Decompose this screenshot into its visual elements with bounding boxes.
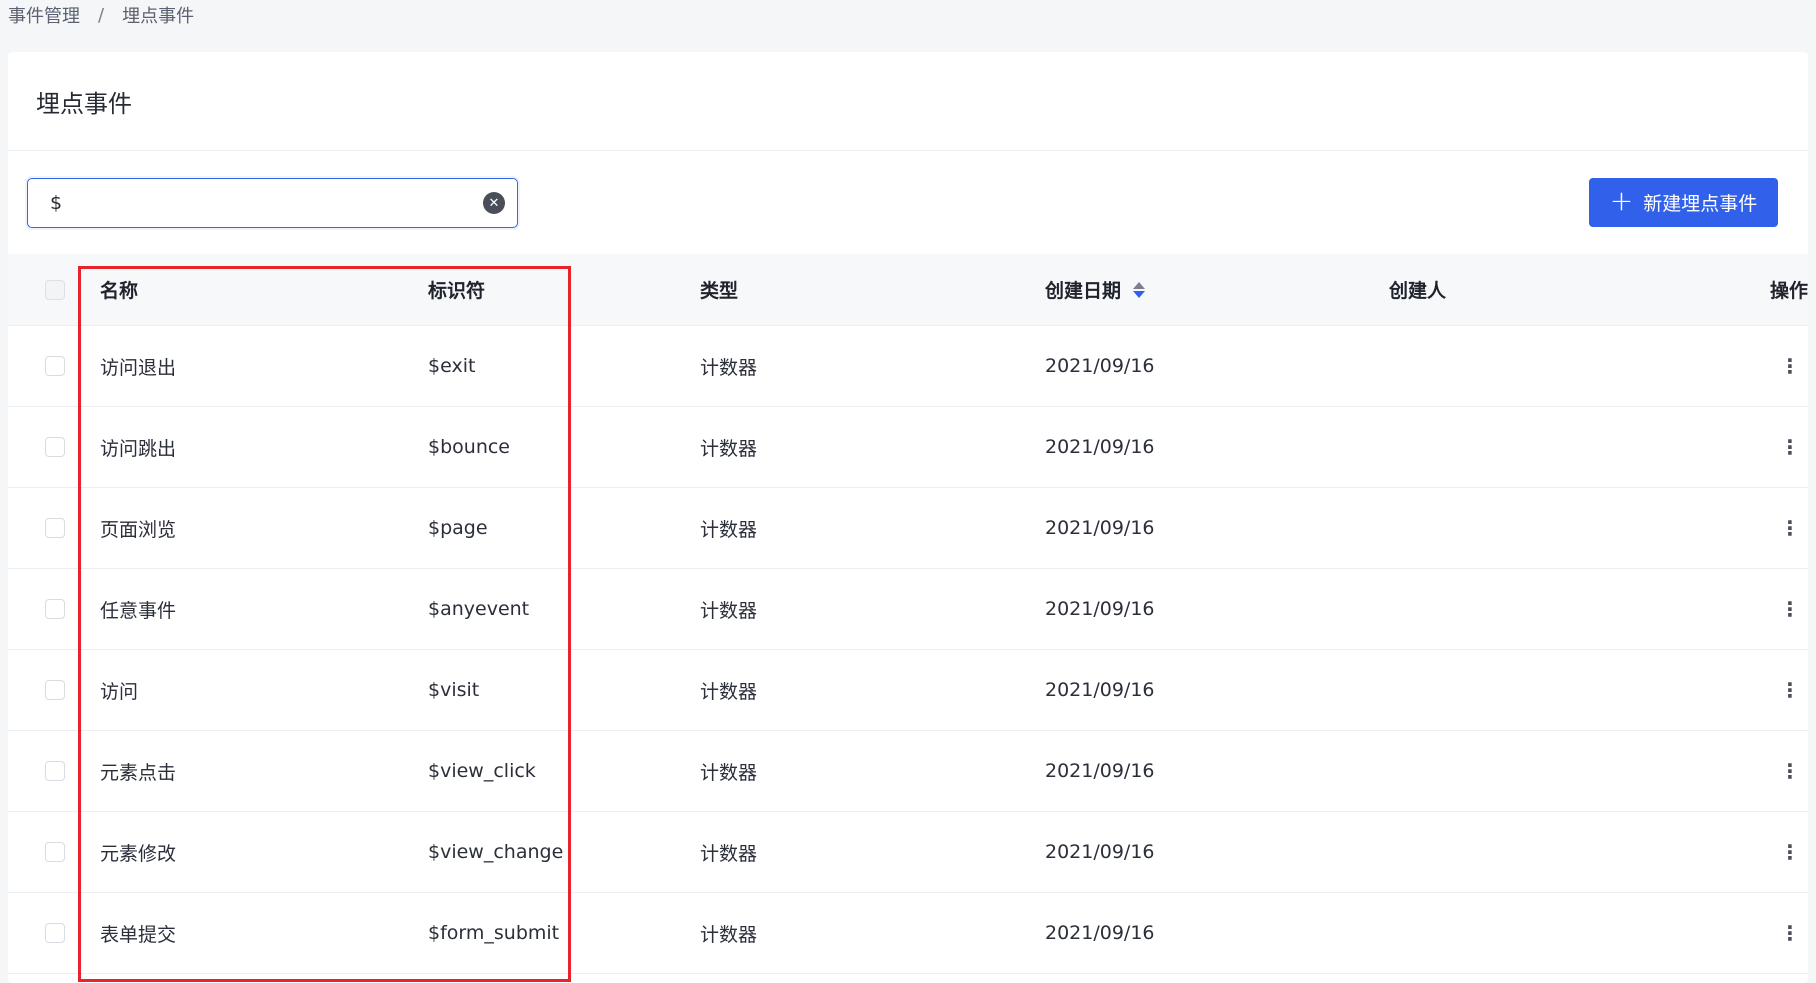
event-name: 访问 <box>100 680 139 703</box>
sort-icon[interactable] <box>1133 281 1146 298</box>
event-date: 2021/09/16 <box>1045 355 1155 377</box>
row-checkbox[interactable] <box>45 356 65 376</box>
event-name: 访问跳出 <box>100 437 177 460</box>
toolbar: ✕ + 新建埋点事件 <box>8 151 1808 254</box>
event-name: 元素修改 <box>100 842 177 865</box>
event-identifier: $page <box>428 517 488 539</box>
column-header-creator: 创建人 <box>1389 280 1447 302</box>
event-type: 计数器 <box>700 356 758 379</box>
event-name: 表单提交 <box>100 923 177 946</box>
column-header-name: 名称 <box>100 280 139 302</box>
row-checkbox[interactable] <box>45 437 65 457</box>
page-title: 埋点事件 <box>8 52 1808 151</box>
row-checkbox[interactable] <box>45 599 65 619</box>
table-row[interactable]: 任意事件 $anyevent 计数器 2021/09/16 ⋮ <box>8 569 1808 650</box>
event-date: 2021/09/16 <box>1045 922 1155 944</box>
event-name: 任意事件 <box>100 599 177 622</box>
more-vertical-icon[interactable]: ⋮ <box>1780 680 1800 700</box>
event-identifier: $bounce <box>428 436 510 458</box>
plus-icon: + <box>1609 184 1634 217</box>
create-event-label: 新建埋点事件 <box>1643 193 1758 215</box>
row-checkbox[interactable] <box>45 761 65 781</box>
more-vertical-icon[interactable]: ⋮ <box>1780 518 1800 538</box>
more-vertical-icon[interactable]: ⋮ <box>1780 923 1800 943</box>
event-date: 2021/09/16 <box>1045 517 1155 539</box>
event-identifier: $view_change <box>428 841 564 863</box>
events-table: 名称 标识符 类型 创建日期 创建人 操作 访问退出 $exit 计数器 2021/0… <box>8 254 1808 974</box>
event-date: 2021/09/16 <box>1045 436 1155 458</box>
event-type: 计数器 <box>700 842 758 865</box>
row-checkbox[interactable] <box>45 923 65 943</box>
more-vertical-icon[interactable]: ⋮ <box>1780 761 1800 781</box>
table-row[interactable]: 页面浏览 $page 计数器 2021/09/16 ⋮ <box>8 488 1808 569</box>
breadcrumb-parent[interactable]: 事件管理 <box>8 2 80 28</box>
column-header-identifier: 标识符 <box>428 280 486 302</box>
table-row[interactable]: 访问 $visit 计数器 2021/09/16 ⋮ <box>8 650 1808 731</box>
column-header-type: 类型 <box>700 280 739 302</box>
events-card: 埋点事件 ✕ + 新建埋点事件 名称 标识符 类型 创建日期 创建人 操作 访问… <box>8 52 1808 983</box>
search-input[interactable] <box>48 191 483 215</box>
event-type: 计数器 <box>700 437 758 460</box>
table-body: 访问退出 $exit 计数器 2021/09/16 ⋮ 访问跳出 $bounce 计数器 202… <box>8 326 1808 974</box>
event-name: 元素点击 <box>100 761 177 784</box>
table-row[interactable]: 元素点击 $view_click 计数器 2021/09/16 ⋮ <box>8 731 1808 812</box>
table-row[interactable]: 访问跳出 $bounce 计数器 2021/09/16 ⋮ <box>8 407 1808 488</box>
event-identifier: $exit <box>428 355 476 377</box>
row-checkbox[interactable] <box>45 680 65 700</box>
event-type: 计数器 <box>700 680 758 703</box>
event-name: 访问退出 <box>100 356 177 379</box>
event-name: 页面浏览 <box>100 518 177 541</box>
more-vertical-icon[interactable]: ⋮ <box>1780 437 1800 457</box>
event-date: 2021/09/16 <box>1045 598 1155 620</box>
column-header-date-label: 创建日期 <box>1045 280 1122 302</box>
event-identifier: $view_click <box>428 760 536 782</box>
event-type: 计数器 <box>700 518 758 541</box>
event-type: 计数器 <box>700 599 758 622</box>
event-identifier: $anyevent <box>428 598 530 620</box>
breadcrumb: 事件管理 / 埋点事件 <box>8 2 194 28</box>
search-box[interactable]: ✕ <box>27 178 518 228</box>
table-row[interactable]: 元素修改 $view_change 计数器 2021/09/16 ⋮ <box>8 812 1808 893</box>
table-header: 名称 标识符 类型 创建日期 创建人 操作 <box>8 254 1808 326</box>
event-date: 2021/09/16 <box>1045 760 1155 782</box>
more-vertical-icon[interactable]: ⋮ <box>1780 356 1800 376</box>
close-circle-icon[interactable]: ✕ <box>483 192 505 214</box>
table-row[interactable]: 表单提交 $form_submit 计数器 2021/09/16 ⋮ <box>8 893 1808 974</box>
event-date: 2021/09/16 <box>1045 841 1155 863</box>
more-vertical-icon[interactable]: ⋮ <box>1780 599 1800 619</box>
event-identifier: $visit <box>428 679 480 701</box>
column-header-actions: 操作 <box>1769 280 1808 302</box>
event-identifier: $form_submit <box>428 922 560 944</box>
more-vertical-icon[interactable]: ⋮ <box>1780 842 1800 862</box>
breadcrumb-separator: / <box>98 4 105 26</box>
row-checkbox[interactable] <box>45 518 65 538</box>
select-all-checkbox[interactable] <box>45 279 65 300</box>
row-checkbox[interactable] <box>45 842 65 862</box>
column-header-date[interactable]: 创建日期 <box>1045 276 1389 303</box>
table-row[interactable]: 访问退出 $exit 计数器 2021/09/16 ⋮ <box>8 326 1808 407</box>
event-type: 计数器 <box>700 923 758 946</box>
event-date: 2021/09/16 <box>1045 679 1155 701</box>
breadcrumb-current: 埋点事件 <box>122 6 195 27</box>
create-event-button[interactable]: + 新建埋点事件 <box>1589 178 1778 227</box>
event-type: 计数器 <box>700 761 758 784</box>
